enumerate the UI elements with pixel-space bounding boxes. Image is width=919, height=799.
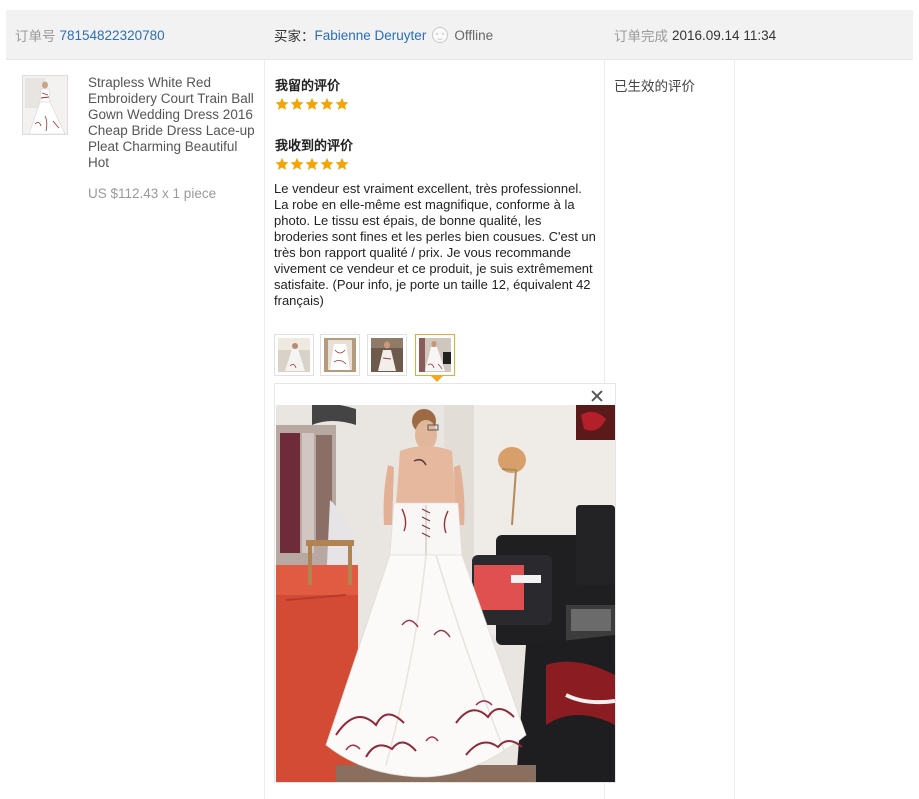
star-icon xyxy=(275,97,289,110)
star-icon xyxy=(335,97,349,110)
buyer-label: 买家： xyxy=(274,29,315,44)
product-price: US $112.43 x 1 piece xyxy=(88,186,217,201)
order-number-link[interactable]: 78154822320780 xyxy=(60,28,165,43)
column-divider xyxy=(264,60,265,799)
review-photo-thumb-1[interactable] xyxy=(274,334,314,376)
buyer-cell: 买家： Fabienne Deruyter Offline xyxy=(274,10,493,60)
star-icon xyxy=(320,157,334,170)
dress-thumbnail-image xyxy=(23,76,67,134)
order-header: 订单号 78154822320780 买家： Fabienne Deruyter… xyxy=(6,10,913,60)
star-icon xyxy=(320,97,334,110)
feedback-status: 已生效的评价 xyxy=(614,79,695,94)
star-icon xyxy=(305,97,319,110)
buyer-status: Offline xyxy=(454,27,494,43)
product-thumbnail[interactable] xyxy=(22,75,68,135)
review-photo-thumb-4[interactable] xyxy=(415,334,455,376)
star-icon xyxy=(305,157,319,170)
star-icon xyxy=(290,157,304,170)
review-photo-thumb-3[interactable] xyxy=(367,334,407,376)
photo-thumb-image xyxy=(278,338,310,372)
photo-viewer xyxy=(274,383,616,783)
photo-thumb-image xyxy=(371,338,403,372)
photo-thumb-image xyxy=(419,338,451,372)
feedback-left-heading: 我留的评价 xyxy=(275,79,341,94)
photo-thumb-image xyxy=(324,338,356,372)
product-title[interactable]: Strapless White Red Embroidery Court Tra… xyxy=(88,75,256,171)
offline-face-icon xyxy=(432,27,449,43)
close-icon[interactable] xyxy=(590,389,604,403)
completed-time: 2016.09.14 11:34 xyxy=(672,27,777,43)
review-photo-large xyxy=(276,405,615,782)
star-icon xyxy=(290,97,304,110)
completed-label: 订单完成 xyxy=(614,29,668,44)
feedback-received-heading: 我收到的评价 xyxy=(275,139,354,154)
completed-cell: 订单完成 2016.09.14 11:34 xyxy=(614,10,776,60)
order-number-cell: 订单号 78154822320780 xyxy=(15,10,165,60)
active-thumb-pointer xyxy=(431,376,443,382)
star-icon xyxy=(275,157,289,170)
feedback-left-stars xyxy=(275,97,349,111)
order-number-label: 订单号 xyxy=(15,29,56,44)
review-photo-thumb-2[interactable] xyxy=(320,334,360,376)
feedback-received-stars xyxy=(275,157,349,171)
review-text: Le vendeur est vraiment excellent, très … xyxy=(274,181,596,308)
column-divider xyxy=(734,60,735,799)
buyer-name-link[interactable]: Fabienne Deruyter xyxy=(315,28,427,43)
star-icon xyxy=(335,157,349,170)
